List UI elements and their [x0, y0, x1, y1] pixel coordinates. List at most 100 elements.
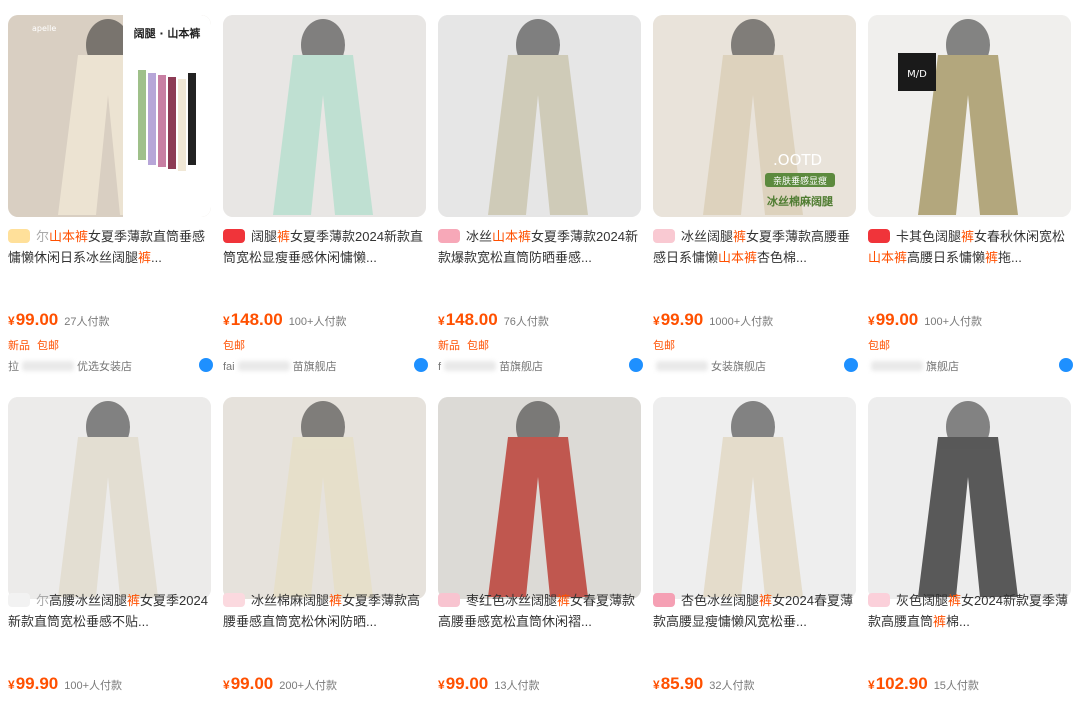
product-title[interactable]: 杏色冰丝阔腿裤女2024春夏薄款高腰显瘦慵懒风宽松垂...: [653, 590, 858, 632]
price: ¥99.00: [438, 674, 488, 693]
chat-icon[interactable]: [414, 358, 428, 372]
product-card[interactable]: 灰色阔腿裤女2024新款夏季薄款高腰直筒裤棉... ¥102.90 15人付款: [866, 381, 1080, 718]
sales-count: 13人付款: [494, 680, 540, 692]
price-line: ¥85.90 32人付款: [653, 674, 858, 694]
shop-name[interactable]: fai 苗旗舰店: [223, 358, 428, 374]
price-value: 99.00: [445, 674, 489, 693]
shop-name[interactable]: 女装旗舰店: [653, 358, 858, 374]
product-card[interactable]: 冰丝棉麻阔腿裤女夏季薄款高腰垂感直筒宽松休闲防晒... ¥99.00 200+人付款: [221, 381, 436, 718]
title-keyword-highlight: 裤: [127, 593, 141, 608]
title-keyword-highlight: 裤: [277, 229, 291, 244]
product-title[interactable]: 灰色阔腿裤女2024新款夏季薄款高腰直筒裤棉...: [868, 590, 1073, 632]
promo-tag: 包邮: [37, 340, 59, 352]
price-value: 99.00: [230, 674, 274, 693]
product-title[interactable]: 冰丝阔腿裤女夏季薄款高腰垂感日系慵懒山本裤杏色棉...: [653, 226, 858, 268]
title-text: 卡其色阔腿: [896, 229, 962, 244]
shop-name-start: f: [438, 361, 442, 373]
shop-badge-icon: [223, 229, 245, 243]
price-line: ¥99.00 13人付款: [438, 674, 643, 694]
title-fragment: 尔: [36, 593, 50, 608]
product-image[interactable]: [438, 397, 641, 599]
shop-name[interactable]: f 苗旗舰店: [438, 358, 643, 374]
product-card[interactable]: 枣红色冰丝阔腿裤女春夏薄款高腰垂感宽松直筒休闲褶... ¥99.00 13人付款: [436, 381, 651, 718]
product-title[interactable]: 冰丝山本裤女夏季薄款2024新款爆款宽松直筒防晒垂感...: [438, 226, 643, 268]
title-text: 冰丝阔腿: [681, 229, 734, 244]
shop-name-end: 女装旗舰店: [711, 361, 766, 373]
product-image[interactable]: [438, 15, 641, 217]
product-image[interactable]: [653, 397, 856, 599]
price: ¥99.90: [653, 310, 703, 329]
product-image[interactable]: M/D: [868, 15, 1071, 217]
title-text: 枣红色冰丝阔腿: [466, 593, 558, 608]
price-line: ¥99.00 27人付款: [8, 310, 213, 330]
promo-tags: 包邮: [223, 337, 252, 353]
shop-name-start: fai: [223, 361, 235, 373]
product-image[interactable]: 阔腿 · 山本裤 apelle: [8, 15, 211, 217]
price-line: ¥99.90 100+人付款: [8, 674, 213, 694]
product-title[interactable]: 卡其色阔腿裤女春秋休闲宽松山本裤高腰日系慵懒裤拖...: [868, 226, 1073, 268]
product-grid: 阔腿 · 山本裤 apelle 尔山本裤女夏季薄款直筒垂感慵懒休闲日系冰丝阔腿裤…: [0, 0, 1080, 718]
product-card[interactable]: M/D 卡其色阔腿裤女春秋休闲宽松山本裤高腰日系慵懒裤拖... ¥99.00 100…: [866, 0, 1080, 381]
product-image[interactable]: [8, 397, 211, 599]
promo-tag: 包邮: [467, 340, 489, 352]
currency-symbol: ¥: [653, 314, 660, 328]
title-keyword-highlight: 裤: [733, 229, 747, 244]
currency-symbol: ¥: [223, 678, 230, 692]
price: ¥148.00: [223, 310, 283, 329]
shop-badge-icon: [653, 229, 675, 243]
title-text: 阔腿: [251, 229, 278, 244]
product-card[interactable]: 尔高腰冰丝阔腿裤女夏季2024新款直筒宽松垂感不贴... ¥99.90 100+人付…: [6, 381, 221, 718]
shop-badge-icon: [438, 229, 460, 243]
currency-symbol: ¥: [8, 678, 15, 692]
title-keyword-highlight: 裤: [138, 250, 152, 265]
product-title[interactable]: 阔腿裤女夏季薄款2024新款直筒宽松显瘦垂感休闲慵懒...: [223, 226, 428, 268]
currency-symbol: ¥: [8, 314, 15, 328]
price-value: 99.90: [15, 674, 59, 693]
product-card[interactable]: 杏色冰丝阔腿裤女2024春夏薄款高腰显瘦慵懒风宽松垂... ¥85.90 32人付款: [651, 381, 866, 718]
product-image[interactable]: [223, 397, 426, 599]
price: ¥102.90: [868, 674, 928, 693]
product-card[interactable]: 冰丝山本裤女夏季薄款2024新款爆款宽松直筒防晒垂感... ¥148.00 76人付…: [436, 0, 651, 381]
product-card[interactable]: .OOTD 亲肤垂感显瘦 冰丝棉麻阔腿 冰丝阔腿裤女夏季薄款高腰垂感日系慵懒山本…: [651, 0, 866, 381]
image-overlay-text: apelle: [32, 24, 56, 33]
shop-name-end: 优选女装店: [77, 361, 132, 373]
product-title[interactable]: 冰丝棉麻阔腿裤女夏季薄款高腰垂感直筒宽松休闲防晒...: [223, 590, 428, 632]
shop-badge-icon: [8, 229, 30, 243]
price-line: ¥99.90 1000+人付款: [653, 310, 858, 330]
shop-name[interactable]: 旗舰店: [868, 358, 1073, 374]
currency-symbol: ¥: [868, 314, 875, 328]
price-value: 85.90: [660, 674, 704, 693]
price-line: ¥148.00 100+人付款: [223, 310, 428, 330]
currency-symbol: ¥: [438, 314, 445, 328]
currency-symbol: ¥: [223, 314, 230, 328]
title-text: 冰丝: [466, 229, 493, 244]
price-value: 148.00: [230, 310, 283, 329]
chat-icon[interactable]: [629, 358, 643, 372]
title-keyword-highlight: 裤: [933, 614, 947, 629]
currency-symbol: ¥: [868, 678, 875, 692]
shop-name-redacted: [444, 361, 497, 371]
product-card[interactable]: 阔腿裤女夏季薄款2024新款直筒宽松显瘦垂感休闲慵懒... ¥148.00 100+…: [221, 0, 436, 381]
product-title[interactable]: 枣红色冰丝阔腿裤女春夏薄款高腰垂感宽松直筒休闲褶...: [438, 590, 643, 632]
title-keyword-highlight: 裤: [557, 593, 571, 608]
price: ¥148.00: [438, 310, 498, 329]
chat-icon[interactable]: [1059, 358, 1073, 372]
title-keyword-highlight: 裤: [759, 593, 773, 608]
price-line: ¥99.00 200+人付款: [223, 674, 428, 694]
product-title[interactable]: 尔高腰冰丝阔腿裤女夏季2024新款直筒宽松垂感不贴...: [8, 590, 213, 632]
sales-count: 200+人付款: [279, 680, 338, 692]
product-card[interactable]: 阔腿 · 山本裤 apelle 尔山本裤女夏季薄款直筒垂感慵懒休闲日系冰丝阔腿裤…: [6, 0, 221, 381]
product-image[interactable]: [223, 15, 426, 217]
chat-icon[interactable]: [199, 358, 213, 372]
product-image[interactable]: .OOTD 亲肤垂感显瘦 冰丝棉麻阔腿: [653, 15, 856, 217]
title-text: 棉...: [946, 614, 970, 629]
product-title[interactable]: 尔山本裤女夏季薄款直筒垂感慵懒休闲日系冰丝阔腿裤...: [8, 226, 213, 268]
shop-name-end: 苗旗舰店: [499, 361, 544, 373]
product-image[interactable]: [868, 397, 1071, 599]
title-keyword-highlight: 裤: [948, 593, 962, 608]
title-text: 灰色阔腿: [896, 593, 949, 608]
chat-icon[interactable]: [844, 358, 858, 372]
sales-count: 100+人付款: [64, 680, 123, 692]
price-line: ¥99.00 100+人付款: [868, 310, 1073, 330]
shop-name[interactable]: 拉 优选女装店: [8, 358, 213, 374]
